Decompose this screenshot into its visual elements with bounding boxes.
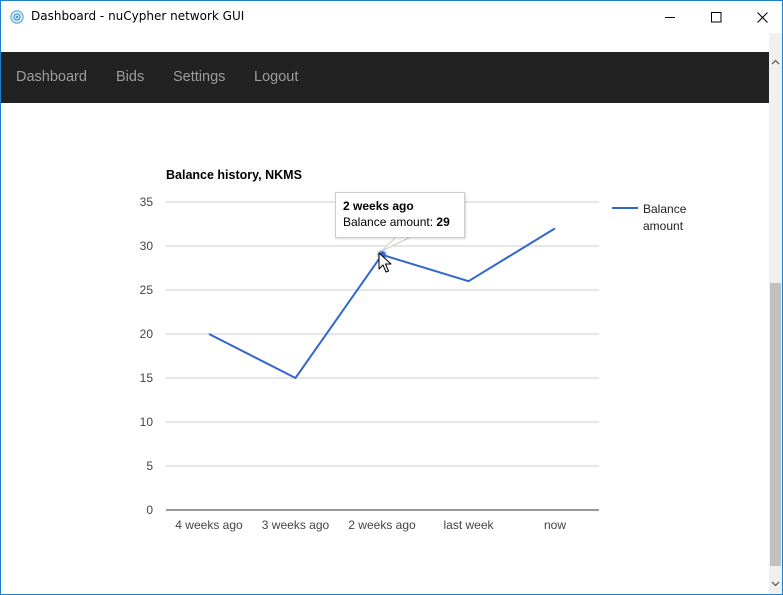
chart-tooltip: 2 weeks ago Balance amount: 29 — [335, 192, 465, 238]
vertical-scrollbar[interactable] — [769, 33, 782, 594]
legend-label: amount — [643, 219, 684, 233]
y-tick-label: 15 — [140, 371, 154, 385]
y-tick-label: 5 — [146, 459, 153, 473]
tooltip-title: 2 weeks ago — [343, 199, 414, 213]
x-tick-label: 3 weeks ago — [262, 518, 330, 532]
y-tick-label: 10 — [140, 415, 154, 429]
x-tick-label: last week — [443, 518, 494, 532]
balance-chart: Balance history, NKMS 0 5 10 15 20 25 30 35 4 wee… — [140, 168, 687, 532]
y-tick-label: 30 — [140, 239, 154, 253]
tooltip-label: Balance amount: — [343, 215, 434, 229]
mouse-cursor-icon — [378, 252, 392, 273]
scroll-up-arrow-icon[interactable] — [771, 58, 780, 67]
scrollbar-thumb[interactable] — [770, 283, 781, 566]
x-tick-label: 2 weeks ago — [348, 518, 416, 532]
tooltip-pointer — [381, 236, 412, 252]
x-tick-label: 4 weeks ago — [175, 518, 243, 532]
legend-label: Balance — [643, 202, 687, 216]
y-tick-label: 35 — [140, 195, 154, 209]
y-tick-label: 20 — [140, 327, 154, 341]
scroll-down-arrow-icon[interactable] — [771, 579, 780, 588]
y-tick-label: 0 — [146, 503, 153, 517]
tooltip-value: 29 — [436, 215, 450, 229]
chart-title: Balance history, NKMS — [166, 168, 302, 182]
x-tick-label: now — [544, 518, 566, 532]
app-window: Dashboard - nuCypher network GUI Dashboa… — [0, 0, 783, 595]
y-tick-label: 25 — [140, 283, 154, 297]
